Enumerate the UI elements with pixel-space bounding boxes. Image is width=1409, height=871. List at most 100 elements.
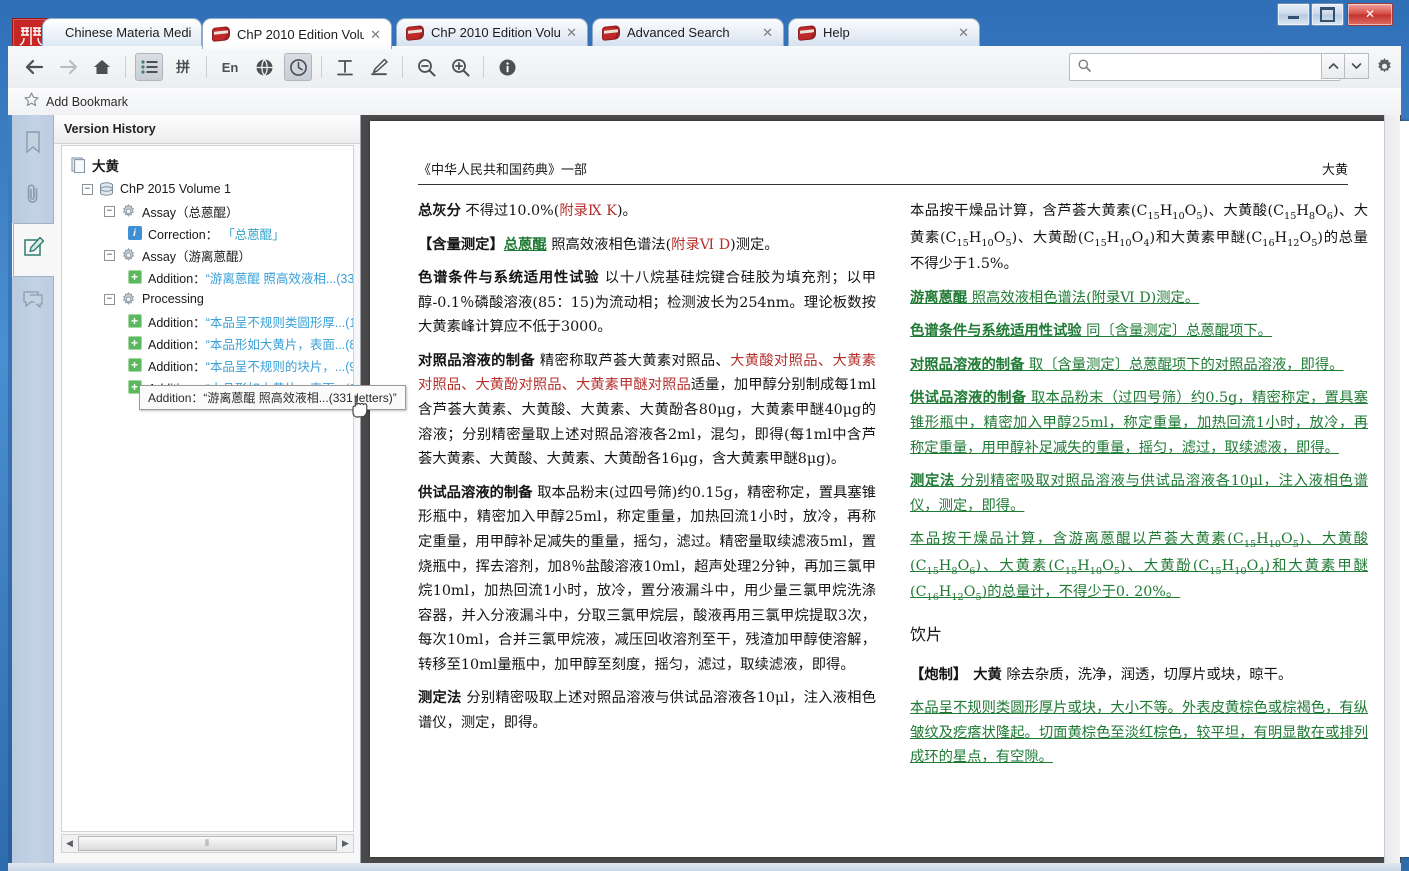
left-column: 总灰分 不得过10.0%(附录Ⅸ K)。 【含量测定】总蒽醌 照高效液相色谱法(…: [418, 199, 876, 839]
toolbar-separator: [402, 56, 403, 78]
tab-help[interactable]: Help ✕: [788, 18, 980, 46]
table-of-contents-button[interactable]: [135, 53, 163, 81]
version-history-button[interactable]: [284, 53, 312, 81]
pinyin-button[interactable]: 拼: [169, 53, 197, 81]
tab-home[interactable]: Chinese Materia Medica: [42, 18, 202, 46]
globe-icon-button[interactable]: [250, 53, 278, 81]
star-icon[interactable]: [24, 92, 39, 111]
tree-item-addition[interactable]: + Addition： “本品呈不规则的块片，...(96: [62, 354, 353, 376]
paragraph-content-limit: 本品按干燥品计算，含芦荟大黄素(C15H10O5)、大黄酸(C15H8O6)、大…: [910, 203, 1369, 273]
paragraph-reference-solution-added: 对照品溶液的制备 取〔含量测定〕总蒽醌项下的对照品溶液，即得。: [910, 353, 1368, 378]
paragraph-test-solution: 供试品溶液的制备 取本品粉末(过四号筛)约0.15g，精密称定，置具塞锥形瓶中，…: [418, 481, 876, 678]
sidebar-item-annotations[interactable]: [13, 223, 54, 277]
tab-label: ChP 2010 Edition Volu: [431, 25, 561, 40]
tree-item-extra: “本品形如大黄片，表面...(86: [205, 337, 354, 352]
para-heading: 游离蒽醌: [910, 289, 968, 306]
tree-item-addition[interactable]: + Addition： “本品形如大黄片，表面...(86: [62, 332, 353, 354]
document-icon: [70, 157, 87, 174]
para-heading: 供试品溶液的制备: [418, 484, 533, 501]
tab-close-icon[interactable]: ✕: [370, 28, 381, 41]
para-text: 不得过10.0%(: [460, 203, 560, 219]
para-text: 照高效液相色谱法(附录Ⅵ D)测定。: [967, 289, 1200, 306]
add-badge-icon: +: [126, 313, 143, 330]
paragraph-processing: 【炮制】 大黄 除去杂质，洗净，润透，切厚片或块，晾干。: [910, 663, 1368, 688]
para-heading: 供试品溶液的制备: [910, 390, 1027, 407]
scroll-right-arrow[interactable]: ▶: [338, 836, 353, 851]
add-badge-icon: +: [126, 269, 143, 286]
scroll-left-arrow[interactable]: ◀: [62, 836, 77, 851]
tree-item-volume[interactable]: − ChP 2015 Volume 1: [62, 178, 353, 200]
page-running-header: 《中华人民共和国药典》一部 大黄: [418, 159, 1348, 185]
expander-toggle[interactable]: −: [104, 205, 115, 217]
toolbar-separator: [321, 56, 322, 78]
tab-chp2010-vol1[interactable]: ChP 2010 Edition Volu ✕: [202, 18, 392, 49]
tab-close-icon[interactable]: ✕: [958, 26, 969, 39]
para-text: 分别精密吸取对照品溶液与供试品溶液各10μl，注入液相色谱仪，测定，即得。: [910, 473, 1368, 514]
version-history-header: Version History: [54, 115, 360, 144]
database-icon: [98, 181, 115, 198]
tree-item-tooltip: Addition：“游离蒽醌 照高效液相...(331 letters)”: [139, 385, 406, 410]
tree-item-processing[interactable]: − Processing: [62, 288, 353, 310]
para-text: 精密称取芦荟大黄素对照品、: [535, 352, 731, 369]
search-box[interactable]: [1069, 53, 1341, 81]
sidebar-item-comments[interactable]: [14, 277, 52, 329]
paragraph-chromatographic-conditions: 色谱条件与系统适用性试验 以十八烷基硅烷键合硅胶为填充剂；以甲醇-0.1％磷酸溶…: [418, 266, 876, 340]
para-heading: 色谱条件与系统适用性试验: [418, 270, 600, 287]
body-area: Version History 大黄 − ChP 2015 Volume 1 −…: [8, 115, 1409, 863]
tab-advanced-search[interactable]: Advanced Search ✕: [592, 18, 784, 46]
tree-item-extra: 「总蒽醌」: [222, 227, 285, 242]
gear-icon: [120, 291, 137, 308]
page-header-right: 大黄: [1321, 163, 1348, 178]
highlight-pen-button[interactable]: [365, 53, 393, 81]
search-input[interactable]: [1097, 58, 1340, 76]
tab-close-icon[interactable]: ✕: [566, 26, 577, 39]
tree-item-label: Correction：: [148, 227, 219, 242]
text-format-button[interactable]: [331, 53, 359, 81]
add-badge-icon: +: [126, 335, 143, 352]
search-prev-button[interactable]: [1321, 53, 1345, 79]
para-heading: 测定法: [418, 690, 462, 707]
page-header-left: 《中华人民共和国药典》一部: [418, 163, 588, 178]
tree-item-addition[interactable]: + Addition： “本品呈不规则类圆形厚...(13: [62, 310, 353, 332]
scroll-thumb[interactable]: ⦀: [78, 836, 337, 851]
tab-label: ChP 2010 Edition Volu: [237, 26, 365, 42]
sidebar-item-attachments[interactable]: [14, 171, 52, 223]
paragraph-free-anthraquinone: 游离蒽醌 照高效液相色谱法(附录Ⅵ D)测定。: [910, 286, 1368, 311]
info-button[interactable]: [493, 53, 521, 81]
add-bookmark-label[interactable]: Add Bookmark: [46, 95, 128, 109]
para-text: 分别精密吸取上述对照品溶液与供试品溶液各10μl，注入液相色谱仪，测定，即得。: [418, 690, 876, 731]
tab-chp2010-vol2[interactable]: ChP 2010 Edition Volu ✕: [396, 18, 588, 46]
tree-horizontal-scrollbar[interactable]: ◀ ⦀ ▶: [61, 834, 354, 853]
tree-item-addition-hovered[interactable]: + Addition： “游离蒽醌 照高效液相...(331 letters)”: [62, 266, 353, 288]
zoom-out-button[interactable]: [412, 53, 440, 81]
paperclip-icon: [23, 182, 43, 212]
tree-item-extra: “本品呈不规则类圆形厚...(13: [205, 315, 354, 330]
version-history-tree[interactable]: 大黄 − ChP 2015 Volume 1 − Assay（总蒽醌） i Co…: [61, 145, 354, 832]
book-icon: [603, 26, 621, 40]
expander-toggle[interactable]: −: [104, 249, 115, 261]
tab-label: Advanced Search: [627, 25, 730, 40]
tree-item-assay-total[interactable]: − Assay（总蒽醌）: [62, 200, 353, 222]
tree-item-assay-free[interactable]: − Assay（游离蒽醌）: [62, 244, 353, 266]
expander-toggle[interactable]: −: [82, 183, 93, 195]
tree-item-label: Addition：: [148, 315, 206, 330]
back-button[interactable]: [20, 53, 48, 81]
zoom-in-button[interactable]: [446, 53, 474, 81]
document-vertical-scrollbar[interactable]: [1384, 115, 1400, 863]
sidebar-item-bookmarks[interactable]: [14, 119, 52, 171]
expander-toggle[interactable]: −: [104, 293, 115, 305]
english-button[interactable]: En: [216, 53, 244, 81]
tree-item-label: Processing: [142, 292, 204, 306]
paragraph-description-added: 本品呈不规则类圆形厚片或块，大小不等。外表皮黄棕色或棕褐色，有纵皱纹及疙瘩状隆起…: [910, 700, 1368, 766]
home-button[interactable]: [88, 53, 116, 81]
paragraph-chrom-conditions-added: 色谱条件与系统适用性试验 同〔含量测定〕总蒽醌项下。: [910, 319, 1368, 344]
tab-close-icon[interactable]: ✕: [762, 26, 773, 39]
tree-item-root[interactable]: 大黄: [62, 146, 353, 178]
tree-item-correction[interactable]: i Correction： 「总蒽醌」: [62, 222, 353, 244]
settings-gear-icon[interactable]: [1372, 54, 1396, 78]
book-icon: [213, 27, 231, 41]
forward-button[interactable]: [54, 53, 82, 81]
search-next-button[interactable]: [1345, 53, 1369, 79]
paragraph-free-anthraquinone-limit: 本品按干燥品计算，含游离蒽醌以芦荟大黄素(C15H10O5)、大黄酸(C15H8…: [910, 531, 1369, 604]
section-title-yinpian: 饮片: [910, 625, 943, 645]
